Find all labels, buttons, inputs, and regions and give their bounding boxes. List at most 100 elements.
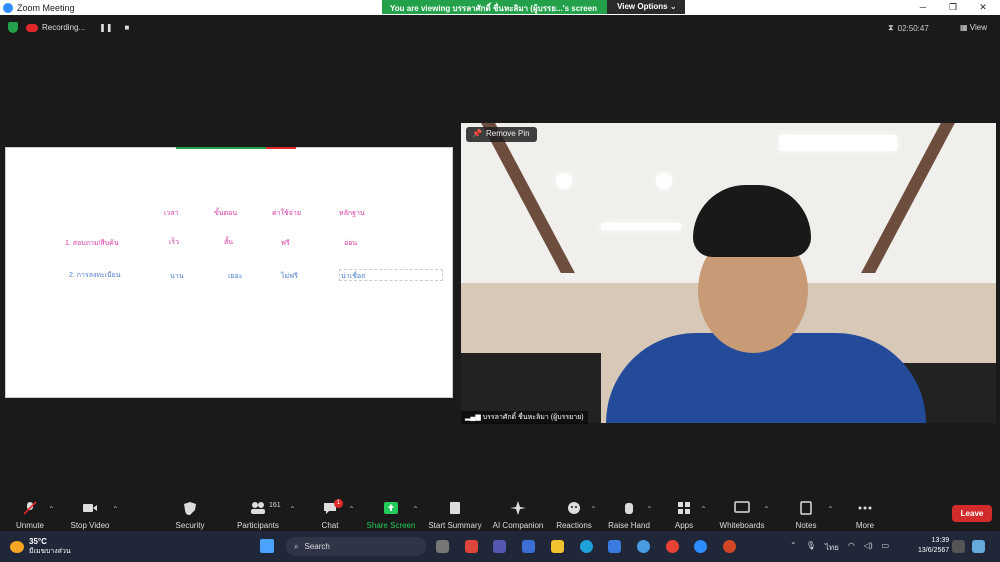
clock-time: 13:39: [931, 537, 950, 544]
document-icon: [450, 502, 460, 514]
ceiling-light: [656, 173, 672, 189]
slide-row1-label: 1. สอบถาม/สืบค้น: [65, 240, 119, 247]
share-screen-icon: [384, 502, 398, 514]
ceiling-light: [556, 173, 572, 189]
taskbar-clock[interactable]: 13:39 13/6/2567: [918, 536, 949, 556]
zoom-taskbar-icon[interactable]: [694, 540, 707, 553]
weather-condition: มีเมฆบางส่วน: [29, 548, 71, 555]
start-summary-label: Start Summary: [428, 521, 482, 530]
slide-row2-label: 2. การลงทะเบียน: [69, 272, 121, 279]
meeting-controls: Unmute ⌃ Stop Video ⌃ Security Participa…: [0, 495, 1000, 531]
timer-icon: ⧗: [888, 23, 894, 32]
chrome-icon[interactable]: [666, 540, 679, 553]
slide-row1-cell: สั้น: [224, 239, 234, 246]
slide-header-time: เวลา: [164, 210, 179, 217]
calendar-icon[interactable]: [522, 540, 535, 553]
search-icon: ⌕: [294, 541, 299, 551]
window-title: Zoom Meeting: [17, 2, 75, 13]
taskbar-search[interactable]: ⌕ Search: [286, 537, 426, 556]
view-label: View: [969, 23, 987, 32]
share-screen-label: Share Screen: [366, 521, 416, 530]
app-icon[interactable]: [637, 540, 650, 553]
ai-companion-label: AI Companion: [492, 521, 544, 530]
leave-button[interactable]: Leave: [952, 505, 992, 522]
minimize-button[interactable]: ─: [908, 0, 938, 15]
store-icon[interactable]: [608, 540, 621, 553]
sparkle-icon: [510, 501, 526, 515]
windows-start-icon[interactable]: [260, 539, 274, 553]
view-options-button[interactable]: View Options ⌄: [607, 0, 686, 14]
wifi-icon[interactable]: ◠: [848, 541, 855, 554]
powerpoint-icon[interactable]: [723, 540, 736, 553]
people-icon: [251, 502, 265, 514]
pause-recording-button[interactable]: ❚❚: [99, 23, 112, 32]
whiteboard-icon: [734, 501, 750, 513]
meeting-timer: ⧗ 02:50:47: [888, 23, 929, 33]
participants-label: Participants: [237, 521, 279, 530]
view-button[interactable]: ▦ View: [960, 23, 987, 32]
participants-button[interactable]: Participants: [223, 495, 293, 531]
apps-label: Apps: [674, 521, 694, 530]
encryption-shield-icon[interactable]: [8, 22, 18, 33]
show-hidden-icons-icon[interactable]: ⌃: [790, 541, 797, 554]
video-options-caret[interactable]: ⌃: [112, 505, 119, 514]
weather-icon: [10, 540, 24, 553]
slide-row1-cell: อ่อน: [344, 240, 358, 247]
more-dots-icon: [858, 506, 872, 510]
notification-icon[interactable]: [952, 540, 965, 553]
app-icon[interactable]: [465, 540, 478, 553]
chat-options-caret[interactable]: ⌃: [348, 505, 355, 514]
teams-icon[interactable]: [493, 540, 506, 553]
copilot-icon[interactable]: [972, 540, 985, 553]
start-summary-button[interactable]: Start Summary: [420, 495, 490, 531]
windows-taskbar: 35°C มีเมฆบางส่วน ⌕ Search ⌃ 🎙 ไทย ◠ ◁) …: [0, 531, 1000, 562]
unmute-label: Unmute: [15, 521, 44, 530]
ceiling-light: [779, 135, 897, 151]
volume-icon[interactable]: ◁): [864, 541, 873, 554]
slide-row2-cell: น่าเชื่อถ: [341, 273, 366, 280]
whiteboards-options-caret[interactable]: ⌃: [763, 505, 770, 514]
more-button[interactable]: More: [830, 495, 900, 531]
slide-row2-cell: นาน: [170, 273, 184, 280]
microphone-icon[interactable]: 🎙: [806, 541, 816, 554]
remove-pin-label: Remove Pin: [485, 129, 530, 138]
meeting-status: Recording... ❚❚ ■: [8, 22, 129, 33]
participant-name-label: ▂▄▆ บรรลาศักดิ์ ชื่นหะลิมา (ผู้บรรยาย): [461, 411, 588, 424]
slide-top-line: [176, 147, 296, 149]
edge-icon[interactable]: [580, 540, 593, 553]
battery-icon[interactable]: ▭: [882, 541, 890, 554]
viewing-text: You are viewing บรรลาศักดิ์ ชื่นหะลิมา (…: [382, 0, 608, 14]
input-language[interactable]: ไทย: [825, 541, 839, 554]
video-camera-icon: [83, 504, 97, 512]
temperature: 35°C: [29, 537, 47, 546]
reactions-label: Reactions: [556, 521, 592, 530]
hand-icon: [625, 503, 633, 514]
slide-row2-cell: เยอะ: [228, 273, 243, 280]
search-placeholder: Search: [304, 542, 330, 551]
share-options-caret[interactable]: ⌃: [412, 505, 419, 514]
participants-count: 161: [269, 502, 281, 509]
raise-hand-label: Raise Hand: [608, 521, 650, 530]
security-button[interactable]: Security: [155, 495, 225, 531]
cloud-recording-icon: [26, 23, 38, 32]
stop-video-label: Stop Video: [70, 521, 110, 530]
stop-recording-button[interactable]: ■: [125, 23, 130, 32]
maximize-button[interactable]: ❐: [938, 0, 968, 15]
signal-icon: ▂▄▆: [465, 414, 481, 421]
weather-widget[interactable]: 35°C มีเมฆบางส่วน: [10, 537, 71, 556]
pin-icon: 📌: [472, 129, 482, 138]
slide-row1-cell: เร็ว: [169, 239, 180, 246]
notes-label: Notes: [795, 521, 817, 530]
zoom-logo-icon: [3, 2, 13, 13]
remove-pin-button[interactable]: 📌 Remove Pin: [466, 127, 537, 142]
system-tray: ⌃ 🎙 ไทย ◠ ◁) ▭: [790, 541, 889, 554]
notes-icon: [800, 501, 812, 515]
pinned-video[interactable]: [461, 123, 996, 423]
apps-options-caret[interactable]: ⌃: [700, 505, 707, 514]
file-explorer-icon[interactable]: [551, 540, 564, 553]
audio-options-caret[interactable]: ⌃: [48, 505, 55, 514]
close-button[interactable]: ✕: [968, 0, 998, 15]
task-view-icon[interactable]: [436, 540, 449, 553]
ceiling-light: [601, 223, 681, 230]
participant-name: บรรลาศักดิ์ ชื่นหะลิมา (ผู้บรรยาย): [482, 414, 584, 421]
